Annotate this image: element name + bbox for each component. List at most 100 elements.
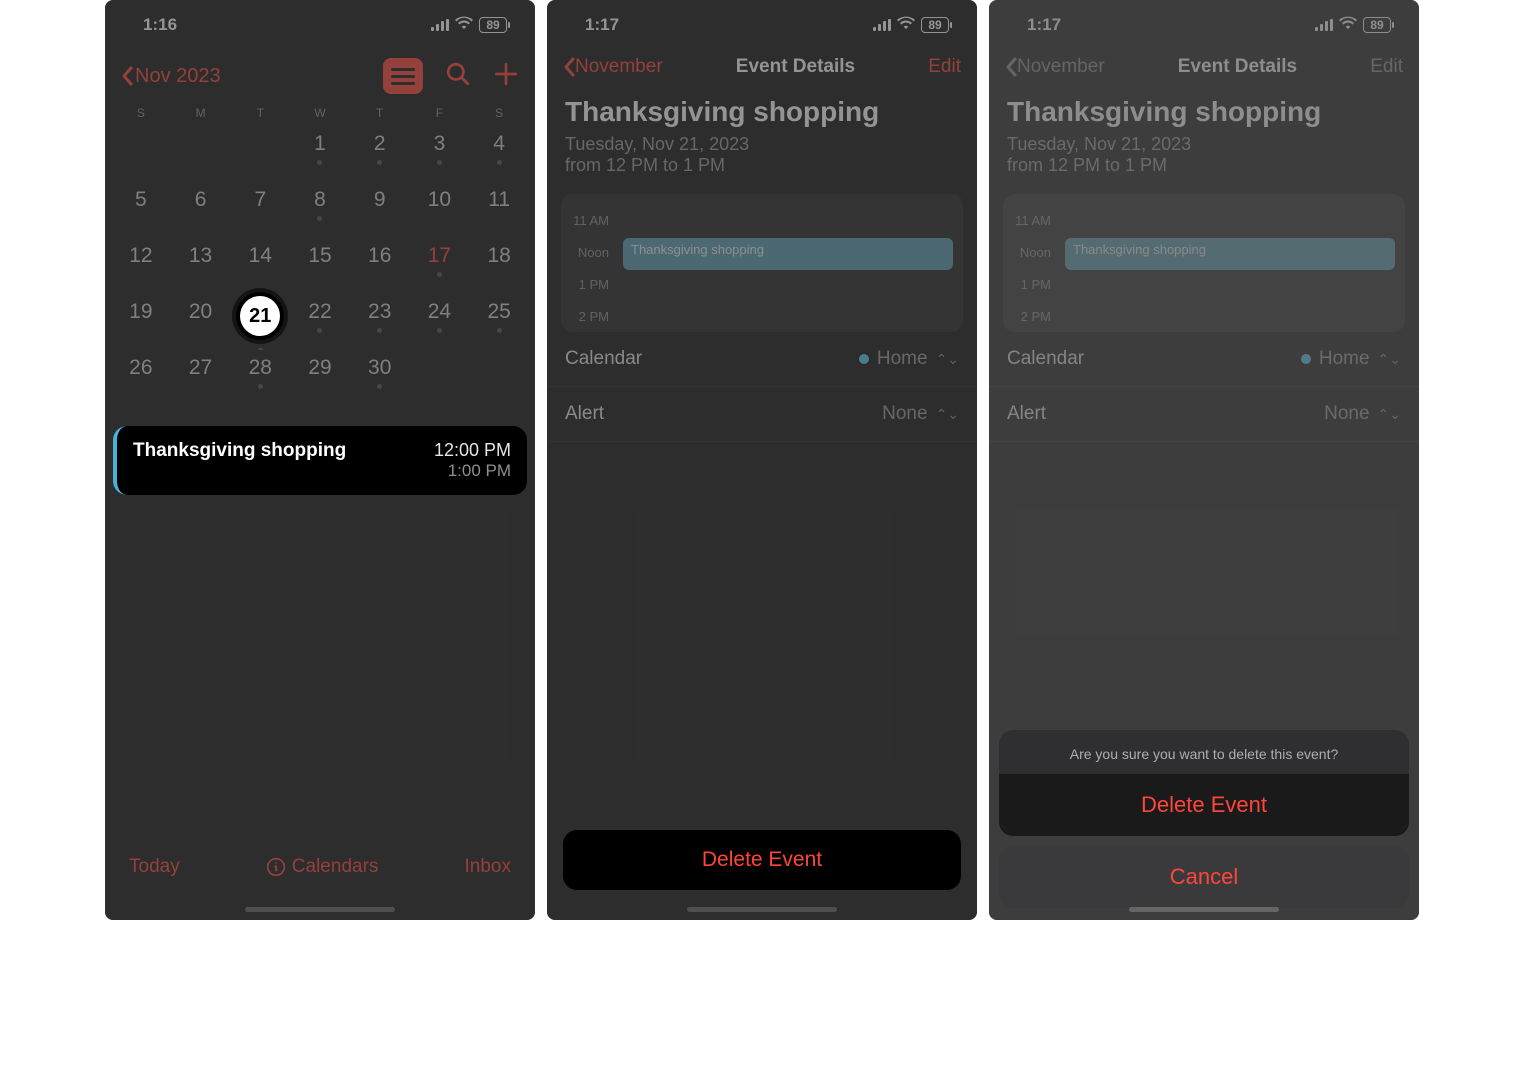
day-cell[interactable]: 19	[111, 294, 171, 350]
day-cell[interactable]: 4	[469, 126, 529, 182]
weekday-header: SMTWTFS	[105, 102, 535, 126]
day-cell[interactable]: 9	[350, 182, 410, 238]
battery-icon: 89	[479, 17, 507, 33]
day-cell[interactable]: 28	[230, 350, 290, 406]
weekday-label: W	[290, 106, 350, 120]
status-bar: 1:17 89	[989, 0, 1419, 44]
back-to-year-button[interactable]: Nov 2023	[121, 65, 221, 88]
timeline-preview: 11 AM Noon 1 PM 2 PM Thanksgiving shoppi…	[1003, 194, 1405, 332]
day-cell[interactable]: 22	[290, 294, 350, 350]
search-icon[interactable]	[445, 61, 471, 92]
weekday-label: S	[111, 106, 171, 120]
updown-icon: ⌃⌄	[936, 406, 959, 423]
day-cell[interactable]: 16	[350, 238, 410, 294]
back-to-month-button[interactable]: November	[563, 56, 663, 78]
wifi-icon	[1339, 15, 1357, 35]
home-indicator[interactable]	[245, 907, 395, 912]
status-icons: 89	[431, 15, 507, 35]
day-cell[interactable]: 7	[230, 182, 290, 238]
today-button[interactable]: Today	[129, 856, 180, 878]
event-card-end: 1:00 PM	[434, 461, 511, 481]
delete-event-button[interactable]: Delete Event	[563, 830, 961, 890]
event-date: Tuesday, Nov 21, 2023	[547, 132, 977, 155]
battery-icon: 89	[1363, 17, 1391, 33]
detail-header: November Event Details Edit	[989, 44, 1419, 86]
day-cell[interactable]: 30	[350, 350, 410, 406]
calendars-button[interactable]: Calendars	[266, 856, 379, 878]
month-grid[interactable]: 1234567891011121314151617181920212223242…	[105, 126, 535, 406]
weekday-label: T	[230, 106, 290, 120]
inbox-button[interactable]: Inbox	[465, 856, 511, 878]
day-cell[interactable]: 5	[111, 182, 171, 238]
weekday-label: T	[350, 106, 410, 120]
confirm-delete-button[interactable]: Delete Event	[999, 774, 1409, 836]
battery-icon: 89	[921, 17, 949, 33]
event-card-title: Thanksgiving shopping	[133, 440, 346, 481]
day-cell[interactable]: 11	[469, 182, 529, 238]
back-month-label: Nov 2023	[135, 65, 221, 88]
chevron-left-icon	[563, 57, 575, 77]
day-cell[interactable]: 17	[410, 238, 470, 294]
home-indicator[interactable]	[1129, 907, 1279, 912]
calendar-setting-row: Calendar Home⌃⌄	[989, 332, 1419, 387]
day-cell[interactable]: 1	[290, 126, 350, 182]
day-cell[interactable]: 26	[111, 350, 171, 406]
timeline-event-block[interactable]: Thanksgiving shopping	[623, 238, 953, 270]
edit-button[interactable]: Edit	[928, 56, 961, 78]
event-details-screen: 1:17 89 November Event Details Edit Than…	[547, 0, 977, 920]
calendar-color-dot	[859, 354, 869, 364]
day-cell[interactable]: 8	[290, 182, 350, 238]
day-cell[interactable]: 2	[350, 126, 410, 182]
cellular-icon	[1315, 19, 1333, 31]
day-cell[interactable]: 13	[171, 238, 231, 294]
status-time: 1:17	[1027, 15, 1061, 35]
page-title: Event Details	[1178, 56, 1297, 78]
add-event-icon[interactable]	[493, 61, 519, 92]
weekday-label: S	[469, 106, 529, 120]
day-cell[interactable]: 14	[230, 238, 290, 294]
day-cell[interactable]: 25	[469, 294, 529, 350]
back-to-month-button[interactable]: November	[1005, 56, 1105, 78]
status-icons: 89	[873, 15, 949, 35]
alert-setting-row: Alert None⌃⌄	[989, 387, 1419, 442]
calendar-color-dot	[1301, 354, 1311, 364]
day-cell[interactable]: 6	[171, 182, 231, 238]
event-time: from 12 PM to 1 PM	[547, 155, 977, 194]
wifi-icon	[897, 15, 915, 35]
day-cell[interactable]: 27	[171, 350, 231, 406]
day-cell[interactable]: 29	[290, 350, 350, 406]
calendar-month-screen: 1:16 89 Nov 2023 SMTWTFS 123456789101112…	[105, 0, 535, 920]
weekday-label: F	[410, 106, 470, 120]
info-icon	[266, 857, 286, 877]
status-icons: 89	[1315, 15, 1391, 35]
event-card-start: 12:00 PM	[434, 440, 511, 461]
day-cell[interactable]: 21	[230, 294, 290, 350]
day-cell[interactable]: 23	[350, 294, 410, 350]
event-date: Tuesday, Nov 21, 2023	[989, 132, 1419, 155]
event-card[interactable]: Thanksgiving shopping 12:00 PM 1:00 PM	[113, 426, 527, 495]
alert-setting-row[interactable]: Alert None⌃⌄	[547, 387, 977, 442]
chevron-left-icon	[1005, 57, 1017, 77]
day-cell[interactable]: 12	[111, 238, 171, 294]
event-time: from 12 PM to 1 PM	[989, 155, 1419, 194]
day-cell[interactable]: 18	[469, 238, 529, 294]
day-cell[interactable]: 10	[410, 182, 470, 238]
status-time: 1:16	[143, 15, 177, 35]
day-cell[interactable]: 15	[290, 238, 350, 294]
day-cell[interactable]: 24	[410, 294, 470, 350]
list-view-toggle[interactable]	[383, 58, 423, 94]
cancel-button[interactable]: Cancel	[999, 846, 1409, 908]
day-cell[interactable]: 20	[171, 294, 231, 350]
day-cell[interactable]: 3	[410, 126, 470, 182]
action-sheet-message: Are you sure you want to delete this eve…	[999, 730, 1409, 774]
status-bar: 1:16 89	[105, 0, 535, 44]
timeline-event-block: Thanksgiving shopping	[1065, 238, 1395, 270]
delete-confirmation-screen: 1:17 89 November Event Details Edit Than…	[989, 0, 1419, 920]
edit-button[interactable]: Edit	[1370, 56, 1403, 78]
timeline-preview[interactable]: 11 AM Noon 1 PM 2 PM Thanksgiving shoppi…	[561, 194, 963, 332]
page-title: Event Details	[736, 56, 855, 78]
calendar-setting-row[interactable]: Calendar Home⌃⌄	[547, 332, 977, 387]
status-bar: 1:17 89	[547, 0, 977, 44]
home-indicator[interactable]	[687, 907, 837, 912]
chevron-left-icon	[121, 66, 133, 86]
